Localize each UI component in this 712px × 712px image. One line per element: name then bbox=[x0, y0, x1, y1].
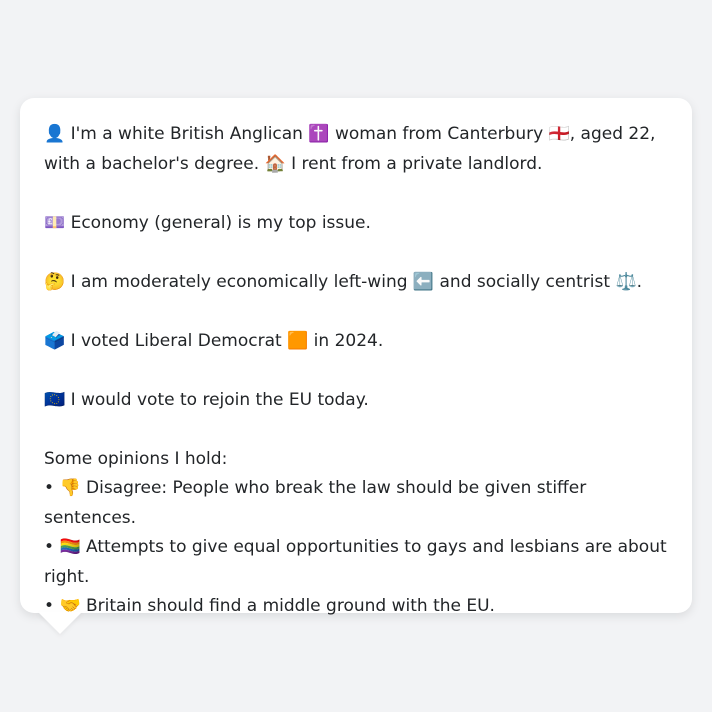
left-arrow-icon: ⬅️ bbox=[412, 271, 435, 292]
ideology-text-2: and socially centrist bbox=[434, 271, 616, 292]
money-icon: 💷 bbox=[44, 212, 66, 233]
ballot-box-icon: 🗳️ bbox=[44, 330, 66, 351]
vote-text-2: in 2024. bbox=[308, 330, 384, 351]
opinion-item: • 👎 Disagree: People who break the law s… bbox=[44, 474, 668, 533]
scales-icon: ⚖️ bbox=[615, 271, 637, 292]
ideology: 🤔 I am moderately economically left-wing… bbox=[44, 268, 668, 298]
opinion-text: Disagree: People who break the law shoul… bbox=[44, 478, 587, 528]
ideology-text-1: I am moderately economically left-wing bbox=[65, 271, 413, 292]
eu-flag-icon: 🇪🇺 bbox=[44, 389, 66, 410]
opinion-item: • 🏳️‍🌈 Attempts to give equal opportunit… bbox=[44, 533, 668, 592]
person-icon: 👤 bbox=[44, 124, 66, 144]
opinion-item: • 🤝 Britain should find a middle ground … bbox=[44, 592, 668, 622]
eu-text: I would vote to rejoin the EU today. bbox=[65, 389, 369, 410]
persona-card: 👤 I'm a white British Anglican ✝️ woman … bbox=[20, 98, 692, 616]
top-issue-text: Economy (general) is my top issue. bbox=[65, 212, 371, 233]
rainbow-flag-icon: 🏳️‍🌈 bbox=[59, 537, 81, 557]
speech-bubble-tail bbox=[38, 612, 82, 634]
intro-text-2: woman from Canterbury bbox=[329, 124, 549, 144]
thumbs-down-icon: 👎 bbox=[59, 478, 81, 498]
orange-square-icon: 🟧 bbox=[287, 330, 309, 351]
bullet: • bbox=[44, 478, 60, 498]
opinions-heading: Some opinions I hold: bbox=[44, 448, 228, 469]
opinion-text: Attempts to give equal opportunities to … bbox=[44, 537, 667, 587]
vote-text-1: I voted Liberal Democrat bbox=[65, 330, 288, 351]
profile-intro: 👤 I'm a white British Anglican ✝️ woman … bbox=[44, 120, 668, 179]
intro-text-4: I rent from a private landlord. bbox=[285, 153, 543, 174]
opinion-text: Britain should find a middle ground with… bbox=[80, 596, 495, 616]
intro-text-1: I'm a white British Anglican bbox=[65, 124, 309, 144]
bullet: • bbox=[44, 537, 60, 557]
eu-stance: 🇪🇺 I would vote to rejoin the EU today. bbox=[44, 386, 668, 416]
house-icon: 🏠 bbox=[264, 153, 286, 174]
vote-history: 🗳️ I voted Liberal Democrat 🟧 in 2024. bbox=[44, 327, 668, 357]
ideology-text-3: . bbox=[636, 271, 643, 292]
england-flag-icon: 🏴󠁧󠁢󠁥󠁮󠁧󠁿 bbox=[548, 124, 570, 144]
thinking-icon: 🤔 bbox=[44, 271, 66, 292]
top-issue: 💷 Economy (general) is my top issue. bbox=[44, 209, 668, 239]
cross-icon: ✝️ bbox=[308, 124, 330, 144]
